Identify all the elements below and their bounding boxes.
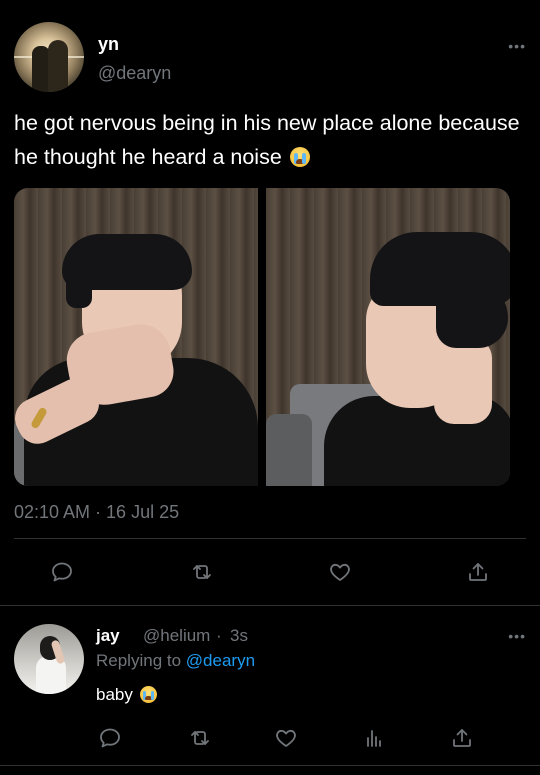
user-handle[interactable]: @dearyn [98, 63, 171, 84]
display-name[interactable]: yn [98, 34, 119, 55]
replying-to-label: Replying to [96, 651, 182, 670]
like-icon[interactable] [266, 718, 306, 758]
reply-time[interactable]: 3s [230, 626, 248, 646]
more-horizontal-icon[interactable]: ••• [508, 628, 526, 644]
loudly-crying-face-emoji [289, 147, 310, 167]
reply-display-name[interactable]: jay [96, 626, 120, 646]
loudly-crying-face-emoji [139, 686, 157, 703]
reply-text-content: baby [96, 685, 133, 704]
reply-separator: · [216, 626, 222, 645]
divider [0, 765, 540, 766]
divider [14, 538, 526, 539]
replying-to-mention[interactable]: @dearyn [186, 651, 255, 670]
more-horizontal-icon[interactable]: ••• [508, 38, 526, 54]
avatar-figure [48, 40, 68, 92]
tweet-header: yn @dearyn ••• [14, 22, 526, 98]
divider [0, 605, 540, 606]
retweet-icon[interactable] [182, 552, 222, 592]
photo-man-looking-sideways[interactable] [266, 188, 510, 486]
reply-text: baby [96, 685, 157, 705]
reply-icon[interactable] [42, 552, 82, 592]
reply-tweet[interactable]: jay @helium · 3s ••• Replying to @dearyn… [14, 620, 526, 720]
avatar[interactable] [14, 624, 84, 694]
like-icon[interactable] [320, 552, 360, 592]
tweet-media[interactable] [14, 188, 510, 486]
photo-man-covering-mouth[interactable] [14, 188, 258, 486]
reply-icon[interactable] [90, 718, 130, 758]
share-icon[interactable] [458, 552, 498, 592]
avatar[interactable] [14, 22, 84, 92]
retweet-icon[interactable] [180, 718, 220, 758]
tweet-timestamp[interactable]: 02:10 AM · 16 Jul 25 [14, 502, 179, 523]
tweet-text: he got nervous being in his new place al… [14, 106, 526, 174]
share-icon[interactable] [442, 718, 482, 758]
reply-actions [0, 718, 540, 758]
reply-user-handle[interactable]: @helium [143, 626, 210, 646]
analytics-icon[interactable] [354, 718, 394, 758]
tweet-detail-page: yn @dearyn ••• he got nervous being in h… [0, 0, 540, 775]
tweet-actions [0, 552, 540, 592]
replying-to-line: Replying to @dearyn [96, 651, 255, 671]
tweet-text-content: he got nervous being in his new place al… [14, 111, 520, 169]
